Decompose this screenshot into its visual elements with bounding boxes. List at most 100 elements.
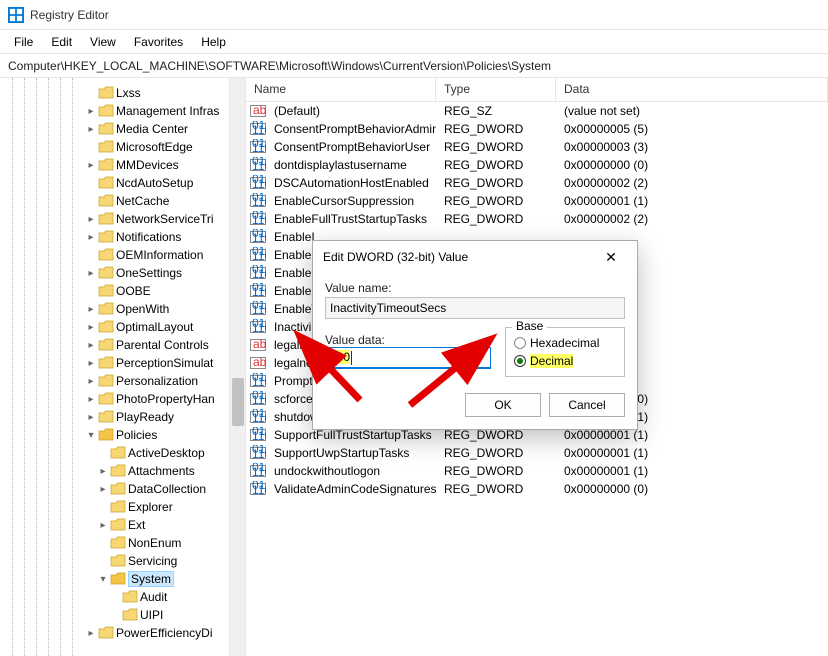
chevron-down-icon[interactable]: ▾ [96,574,110,585]
chevron-right-icon[interactable]: ▸ [84,322,98,333]
svg-text:110: 110 [252,375,266,389]
close-icon[interactable]: ✕ [595,241,627,273]
chevron-right-icon[interactable]: ▸ [96,484,110,495]
radio-decimal[interactable]: Decimal [514,354,616,368]
radio-hexadecimal[interactable]: Hexadecimal [514,336,616,350]
tree-item[interactable]: ▸PowerEfficiencyDi [0,624,245,642]
col-header-name[interactable]: Name [246,78,436,101]
tree-item[interactable]: OEMInformation [0,246,245,264]
list-row[interactable]: 011110DSCAutomationHostEnabledREG_DWORD0… [246,174,828,192]
tree-item[interactable]: ▸NetworkServiceTri [0,210,245,228]
tree-item[interactable]: ▸OpenWith [0,300,245,318]
tree-item[interactable]: ▸PerceptionSimulat [0,354,245,372]
chevron-right-icon[interactable]: ▸ [84,358,98,369]
folder-icon [110,572,126,586]
tree-item-label: PlayReady [116,410,174,424]
tree-item[interactable]: ▸Personalization [0,372,245,390]
value-name-field[interactable] [325,297,625,319]
cell-data: 0x00000002 (2) [556,212,828,226]
list-row[interactable]: 011110ConsentPromptBehaviorUserREG_DWORD… [246,138,828,156]
col-header-data[interactable]: Data [556,78,828,101]
chevron-right-icon[interactable]: ▸ [84,376,98,387]
tree-pane[interactable]: Lxss▸Management Infras▸Media Center Micr… [0,78,246,656]
tree-item[interactable]: ▸ PlayReady [0,408,245,426]
tree-item[interactable]: NonEnum [0,534,245,552]
chevron-right-icon[interactable]: ▸ [84,124,98,135]
tree-item[interactable]: ▸Notifications [0,228,245,246]
chevron-right-icon[interactable]: ▸ [84,412,98,423]
cell-data: 0x00000005 (5) [556,122,828,136]
folder-icon [98,374,114,388]
cell-name: SupportUwpStartupTasks [266,446,436,460]
menu-edit[interactable]: Edit [43,33,80,51]
tree-item[interactable]: MicrosoftEdge [0,138,245,156]
svg-text:110: 110 [252,177,266,191]
tree-item[interactable]: ▸Attachments [0,462,245,480]
tree-item[interactable]: ▾Policies [0,426,245,444]
folder-icon [98,626,114,640]
chevron-down-icon[interactable]: ▾ [84,430,98,441]
menu-file[interactable]: File [6,33,41,51]
tree-item[interactable]: UIPI [0,606,245,624]
tree-item[interactable]: NetCache [0,192,245,210]
value-data-field[interactable]: 300 [325,347,491,369]
list-row[interactable]: 011110EnableFullTrustStartupTasksREG_DWO… [246,210,828,228]
menubar: File Edit View Favorites Help [0,30,828,54]
list-row[interactable]: 011110ValidateAdminCodeSignaturesREG_DWO… [246,480,828,498]
col-header-type[interactable]: Type [436,78,556,101]
tree-item[interactable]: ▾System [0,570,245,588]
list-row[interactable]: 011110ConsentPromptBehaviorAdminREG_DWOR… [246,120,828,138]
chevron-right-icon[interactable]: ▸ [96,466,110,477]
scrollbar-thumb[interactable] [232,378,244,426]
ok-button[interactable]: OK [465,393,541,417]
tree-item[interactable]: ▸Management Infras [0,102,245,120]
chevron-right-icon[interactable]: ▸ [84,214,98,225]
address-bar[interactable]: Computer\HKEY_LOCAL_MACHINE\SOFTWARE\Mic… [0,54,828,78]
tree-item[interactable]: ▸PhotoPropertyHan [0,390,245,408]
chevron-right-icon[interactable]: ▸ [96,520,110,531]
tree-item[interactable]: ▸OneSettings [0,264,245,282]
dialog-titlebar[interactable]: Edit DWORD (32-bit) Value ✕ [313,241,637,273]
tree-item[interactable]: Servicing [0,552,245,570]
svg-text:110: 110 [252,393,266,407]
chevron-right-icon[interactable]: ▸ [84,340,98,351]
tree-item[interactable]: ▸DataCollection [0,480,245,498]
tree-item[interactable]: ▸MMDevices [0,156,245,174]
tree-item[interactable]: ▸OptimalLayout [0,318,245,336]
dword-value-icon: 011110 [246,409,266,425]
cancel-button[interactable]: Cancel [549,393,625,417]
chevron-right-icon[interactable]: ▸ [84,268,98,279]
tree-item[interactable]: Explorer [0,498,245,516]
chevron-right-icon[interactable]: ▸ [84,232,98,243]
cell-type: REG_DWORD [436,194,556,208]
tree-item[interactable]: Audit [0,588,245,606]
tree-item-label: Parental Controls [116,338,209,352]
chevron-right-icon[interactable]: ▸ [84,106,98,117]
tree-scrollbar[interactable] [229,78,245,656]
chevron-right-icon[interactable]: ▸ [84,160,98,171]
cell-data: 0x00000001 (1) [556,464,828,478]
folder-icon [98,194,114,208]
dword-value-icon: 011110 [246,301,266,317]
list-row[interactable]: 011110dontdisplaylastusernameREG_DWORD0x… [246,156,828,174]
tree-item[interactable]: ▸ Parental Controls [0,336,245,354]
list-row[interactable]: 011110SupportUwpStartupTasksREG_DWORD0x0… [246,444,828,462]
list-row[interactable]: 011110undockwithoutlogonREG_DWORD0x00000… [246,462,828,480]
menu-help[interactable]: Help [193,33,234,51]
dword-value-icon: 011110 [246,121,266,137]
tree-item[interactable]: NcdAutoSetup [0,174,245,192]
cell-type: REG_DWORD [436,158,556,172]
chevron-right-icon[interactable]: ▸ [84,394,98,405]
list-row[interactable]: 011110EnableCursorSuppressionREG_DWORD0x… [246,192,828,210]
tree-item[interactable]: OOBE [0,282,245,300]
chevron-right-icon[interactable]: ▸ [84,628,98,639]
tree-item[interactable]: Lxss [0,84,245,102]
tree-item[interactable]: ▸Media Center [0,120,245,138]
dword-value-icon: 011110 [246,283,266,299]
list-row[interactable]: ab(Default)REG_SZ(value not set) [246,102,828,120]
tree-item[interactable]: ▸Ext [0,516,245,534]
menu-view[interactable]: View [82,33,124,51]
tree-item[interactable]: ActiveDesktop [0,444,245,462]
menu-favorites[interactable]: Favorites [126,33,191,51]
chevron-right-icon[interactable]: ▸ [84,304,98,315]
